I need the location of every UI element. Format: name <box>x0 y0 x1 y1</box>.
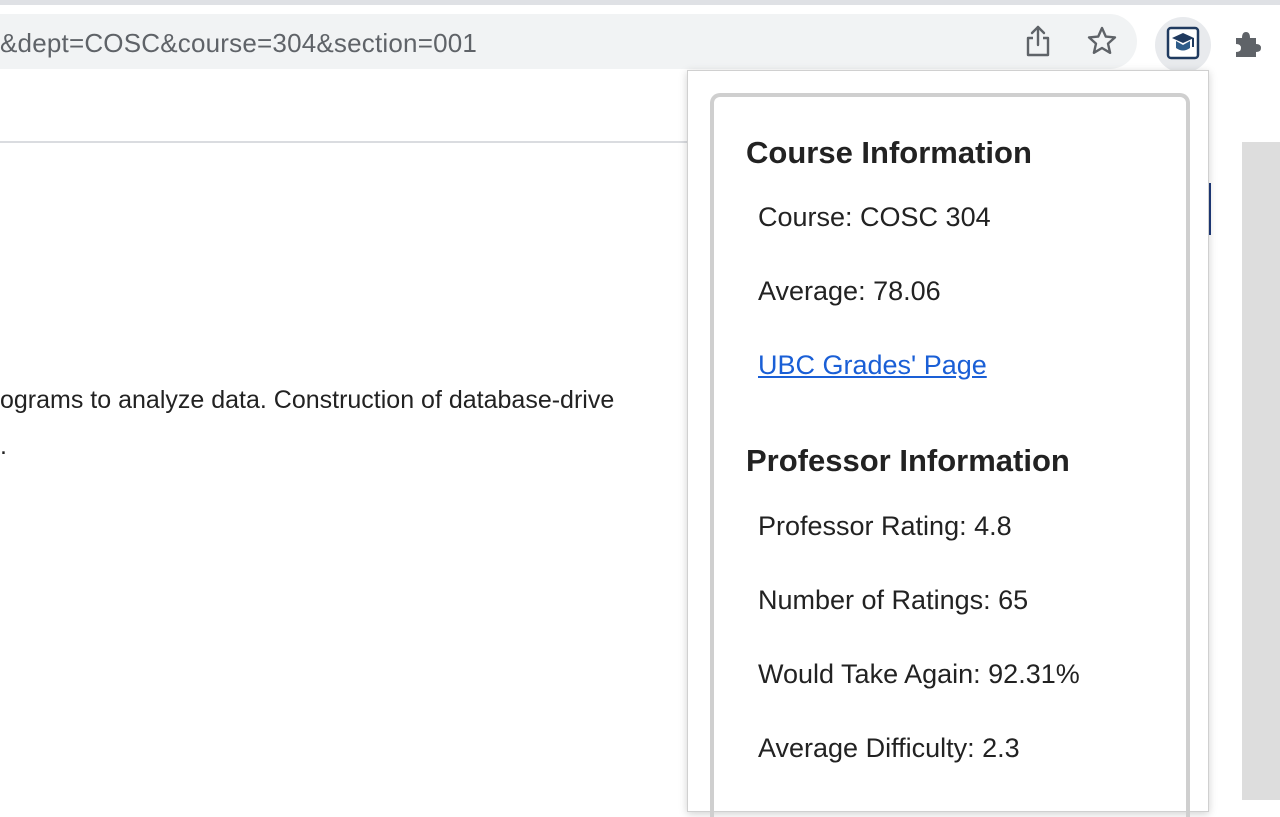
course-info-heading: Course Information <box>746 135 1032 170</box>
star-icon[interactable] <box>1080 19 1124 63</box>
course-description-fragment: . <box>0 432 7 460</box>
url-text[interactable]: &dept=COSC&course=304&section=001 <box>0 28 477 59</box>
professor-info-heading: Professor Information <box>746 443 1070 478</box>
share-icon[interactable] <box>1016 19 1060 63</box>
ubc-grades-link[interactable]: UBC Grades' Page <box>758 350 987 381</box>
graduation-cap-extension-icon <box>1166 26 1200 65</box>
professor-rating: Professor Rating: 4.8 <box>758 511 1012 541</box>
puzzle-icon[interactable] <box>1222 19 1272 69</box>
course-average: Average: 78.06 <box>758 276 941 306</box>
info-card: Course Information Course: COSC 304 Aver… <box>710 93 1190 817</box>
extension-popup: Course Information Course: COSC 304 Aver… <box>687 70 1209 817</box>
would-take-again: Would Take Again: 92.31% <box>758 659 1080 689</box>
page-header-divider <box>0 141 700 143</box>
address-bar[interactable]: &dept=COSC&course=304&section=001 <box>0 14 1137 69</box>
page-scrollbar[interactable] <box>1242 142 1280 800</box>
course-code: Course: COSC 304 <box>758 202 991 232</box>
extension-button[interactable] <box>1155 17 1211 73</box>
average-difficulty: Average Difficulty: 2.3 <box>758 733 1020 763</box>
browser-toolbar: &dept=COSC&course=304&section=001 <box>0 5 1280 78</box>
number-of-ratings: Number of Ratings: 65 <box>758 585 1029 615</box>
course-description-text: ograms to analyze data. Construction of … <box>0 386 615 414</box>
